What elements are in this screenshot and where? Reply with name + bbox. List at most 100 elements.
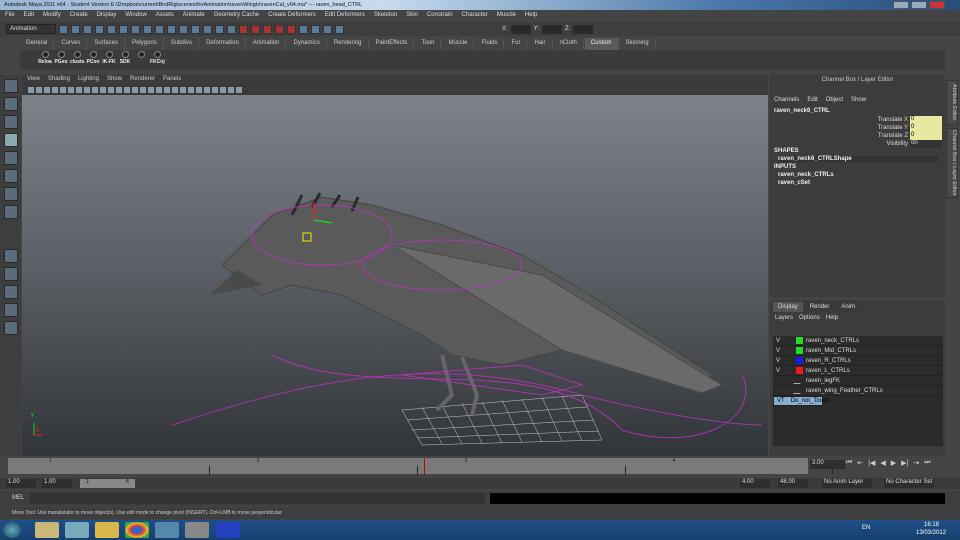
shelf-tab-deformation[interactable]: Deformation: [200, 38, 246, 50]
mode-selector[interactable]: Animation: [6, 24, 56, 34]
playback-button[interactable]: ⇥: [913, 459, 919, 467]
z-field[interactable]: [573, 24, 594, 34]
menu-display[interactable]: Display: [97, 12, 117, 20]
shelf-button[interactable]: [134, 50, 148, 70]
lasso-tool-icon[interactable]: [3, 97, 18, 111]
layout-four-icon[interactable]: [3, 267, 18, 281]
taskbar-app-explorer-icon[interactable]: [35, 522, 59, 538]
shelf-tab-subdivs[interactable]: Subdivs: [165, 38, 200, 50]
channel-menu-show[interactable]: Show: [851, 97, 866, 103]
layer-row[interactable]: raven_wing_Feather_CTRLs: [773, 386, 943, 396]
playback-button[interactable]: ▶|: [901, 459, 908, 467]
menu-window[interactable]: Window: [125, 12, 146, 20]
time-slider[interactable]: 1 2 3 4: [8, 458, 834, 474]
range-end-field[interactable]: 4.00: [740, 479, 770, 488]
layer-visibility-toggle[interactable]: V: [773, 368, 783, 374]
shape-node[interactable]: raven_neck6_CTRLShape: [778, 156, 938, 162]
shelf-tab-toon[interactable]: Toon: [415, 38, 442, 50]
range-slider[interactable]: 14: [80, 479, 135, 488]
menu-create-deformers[interactable]: Create Deformers: [268, 12, 316, 20]
attribute-value[interactable]: 0: [910, 116, 942, 124]
anim-layer-selector[interactable]: No Anim Layer: [822, 479, 872, 488]
layer-menu-options[interactable]: Options: [799, 315, 820, 321]
menu-muscle[interactable]: Muscle: [497, 12, 516, 20]
attribute-value[interactable]: 0: [910, 132, 942, 140]
layer-type-toggle[interactable]: T: [781, 398, 785, 404]
select-tool-icon[interactable]: [3, 79, 18, 93]
rotate-tool-icon[interactable]: [3, 151, 18, 165]
layer-row[interactable]: Vraven_Mid_CTRLs: [773, 346, 943, 356]
shelf-tab-polygons[interactable]: Polygons: [126, 38, 164, 50]
layout-outliner-icon[interactable]: [3, 303, 18, 317]
shelf-tab-general[interactable]: General: [20, 38, 55, 50]
menu-geometry-cache[interactable]: Geometry Cache: [214, 12, 259, 20]
menu-skin[interactable]: Skin: [406, 12, 418, 20]
viewport-menu-shading[interactable]: Shading: [48, 76, 70, 83]
playback-button[interactable]: ⏮: [846, 459, 852, 467]
shelf-tab-muscle[interactable]: Muscle: [442, 38, 475, 50]
clock-date[interactable]: 13/03/2012: [916, 530, 946, 536]
layout-two-icon[interactable]: [3, 285, 18, 299]
menu-create[interactable]: Create: [70, 12, 88, 20]
tab-attribute-editor[interactable]: Attribute Editor: [946, 80, 958, 125]
menu-constrain[interactable]: Constrain: [427, 12, 453, 20]
layer-row[interactable]: Vraven_neck_CTRLs: [773, 336, 943, 346]
shelf-tab-ncloth[interactable]: nCloth: [554, 38, 584, 50]
current-time-field[interactable]: 3.00: [810, 460, 845, 469]
x-field[interactable]: [510, 24, 531, 34]
last-tool-icon[interactable]: [3, 205, 18, 219]
shelf-button[interactable]: FKCnj: [150, 50, 165, 70]
taskbar-app-chrome-icon[interactable]: [125, 522, 149, 538]
mel-input[interactable]: [30, 493, 485, 504]
language-indicator[interactable]: EN: [862, 525, 870, 531]
viewport-menu-lighting[interactable]: Lighting: [78, 76, 99, 83]
menu-animate[interactable]: Animate: [183, 12, 205, 20]
shelf-tab-curves[interactable]: Curves: [55, 38, 88, 50]
perspective-viewport[interactable]: View Shading Lighting Show Renderer Panels y …: [22, 75, 768, 456]
menu-help[interactable]: Help: [525, 12, 537, 20]
y-field[interactable]: [542, 24, 563, 34]
shelf-button[interactable]: Reloa: [38, 50, 52, 70]
input-node[interactable]: raven_cSet: [778, 180, 810, 186]
close-button[interactable]: [929, 1, 945, 9]
menu-skeleton[interactable]: Skeleton: [374, 12, 397, 20]
layer-row[interactable]: Vraven_L_CTRLs: [773, 366, 943, 376]
manipulator-icon[interactable]: [3, 187, 18, 201]
playback-button[interactable]: ⏭: [924, 459, 930, 467]
paint-select-icon[interactable]: [3, 115, 18, 129]
current-frame-marker[interactable]: [423, 458, 425, 474]
layer-row[interactable]: V T Do_not_Touch: [773, 396, 829, 406]
layer-visibility-toggle[interactable]: V: [773, 338, 783, 344]
layer-visibility-toggle[interactable]: V: [773, 358, 783, 364]
layer-row[interactable]: raven_legFK: [773, 376, 943, 386]
shelf-button[interactable]: clusts: [70, 50, 84, 70]
shelf-tab-skinning[interactable]: Skinning: [620, 38, 656, 50]
taskbar-app-notes-icon[interactable]: [65, 522, 89, 538]
taskbar-app-maya-icon[interactable]: [185, 522, 209, 538]
menu-edit[interactable]: Edit: [24, 12, 34, 20]
shelf-tab-fur[interactable]: Fur: [505, 38, 528, 50]
layer-visibility-toggle[interactable]: V: [773, 348, 783, 354]
shelf-tab-surfaces[interactable]: Surfaces: [88, 38, 126, 50]
shelf-tab-hair[interactable]: Hair: [528, 38, 553, 50]
move-tool-icon[interactable]: [3, 133, 18, 147]
shelf-tab-custom[interactable]: Custom: [584, 38, 619, 50]
start-time-field[interactable]: 1.00: [6, 479, 36, 488]
channel-menu-channels[interactable]: Channels: [774, 97, 799, 103]
layer-tab-display[interactable]: Display: [773, 302, 803, 312]
start-button[interactable]: [3, 522, 21, 538]
layer-row[interactable]: Vraven_R_CTRLs: [773, 356, 943, 366]
tab-channel-box[interactable]: Channel Box / Layer Editor: [946, 128, 958, 198]
shelf-button[interactable]: PCon: [86, 50, 100, 70]
playback-button[interactable]: ▶: [891, 459, 896, 467]
layer-tab-anim[interactable]: Anim: [836, 302, 861, 312]
attribute-value[interactable]: on: [910, 140, 942, 148]
playback-button[interactable]: |◀: [868, 459, 875, 467]
layout-single-icon[interactable]: [3, 249, 18, 263]
menu-edit-deformers[interactable]: Edit Deformers: [325, 12, 365, 20]
taskbar-app-computer-icon[interactable]: [155, 522, 179, 538]
end-time-field[interactable]: 48.00: [778, 479, 808, 488]
shelf-button[interactable]: PGeo: [54, 50, 68, 70]
raven-model[interactable]: [210, 192, 724, 416]
minimize-button[interactable]: [893, 1, 909, 9]
